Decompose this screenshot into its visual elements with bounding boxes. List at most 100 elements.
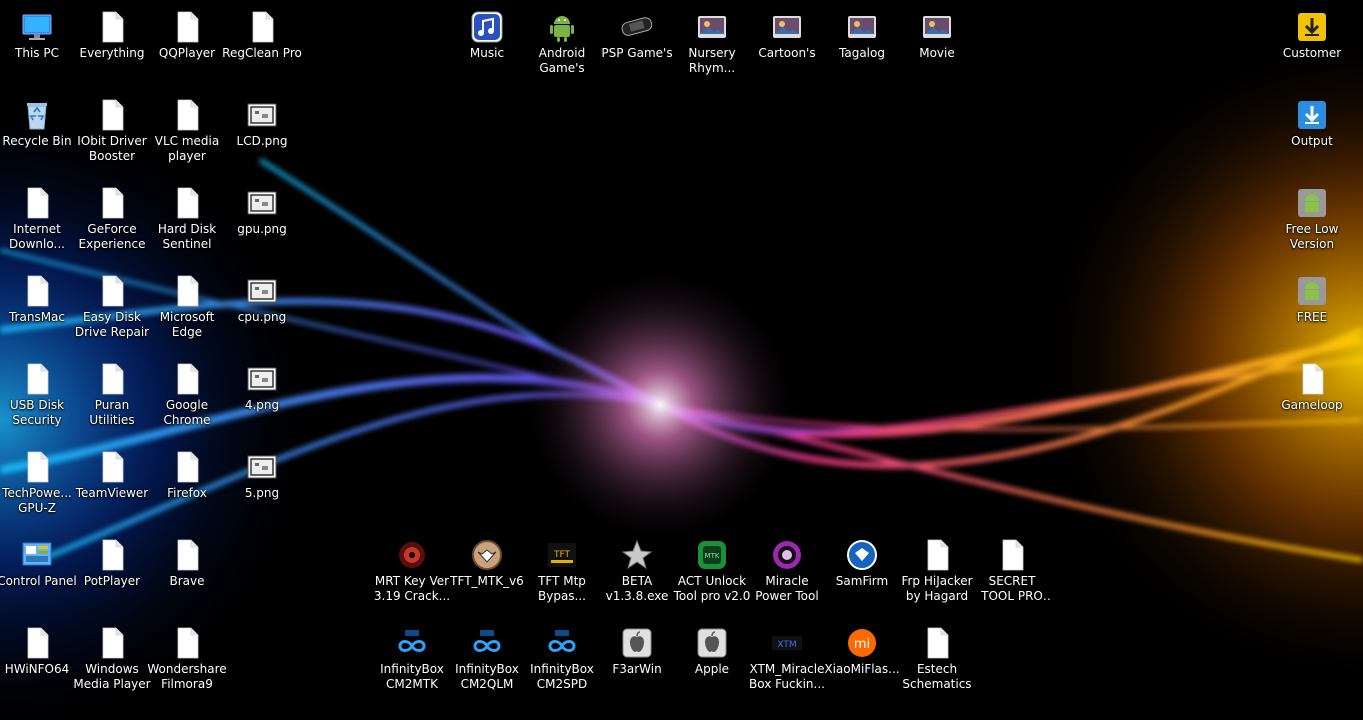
desktop-icon[interactable]: Nursery Rhym... (675, 6, 749, 90)
desktop-icon[interactable]: USB Disk Security (0, 358, 74, 442)
desktop-icon-label: SamFirm (835, 574, 889, 588)
desktop-icon[interactable]: RegClean Pro (222, 6, 302, 90)
desktop-icon[interactable]: TechPowe... GPU-Z (0, 446, 74, 530)
desktop-icon[interactable]: Google Chrome (150, 358, 224, 442)
image-file-icon (245, 274, 279, 308)
file-icon (20, 626, 54, 660)
desktop-icon[interactable]: Windows Media Player (73, 622, 151, 706)
desktop-icon[interactable]: PSP Game's (600, 6, 674, 90)
desktop-icon[interactable]: TeamViewer (75, 446, 149, 530)
desktop-icon[interactable]: Microsoft Edge (150, 270, 224, 354)
desktop-icon[interactable]: Apple (675, 622, 749, 706)
desktop-icon[interactable]: Easy Disk Drive Repair (75, 270, 149, 354)
desktop-icon[interactable]: MTK ACT Unlock Tool pro v2.0 (674, 534, 750, 618)
desktop-icon-label: XTM_Miracle Box Fuckin... (749, 662, 825, 691)
desktop-icon[interactable]: TFT TFT Mtp Bypas... (525, 534, 599, 618)
desktop-icon[interactable]: InfinityBox CM2SPD (525, 622, 599, 706)
desktop-icon[interactable]: TransMac (0, 270, 74, 354)
desktop-icon[interactable]: SamFirm (825, 534, 899, 618)
desktop-icon[interactable]: Gameloop (1275, 358, 1349, 442)
desktop-icon[interactable]: Free Low Version (1275, 182, 1349, 266)
desktop-icon[interactable]: F3arWin (600, 622, 674, 706)
desktop-icon-label: InfinityBox CM2MTK (380, 662, 444, 691)
desktop-icon-label: PSP Game's (601, 46, 673, 60)
desktop-icon[interactable]: Puran Utilities (75, 358, 149, 442)
desktop-icon-label: gpu.png (237, 222, 287, 236)
desktop-icon-label: Brave (169, 574, 205, 588)
image-file-icon (245, 186, 279, 220)
svg-text:TFT: TFT (553, 550, 571, 560)
desktop-icon[interactable]: cpu.png (225, 270, 299, 354)
desktop-icon-label: Android Game's (538, 46, 586, 75)
desktop-icon[interactable]: Movie (900, 6, 974, 90)
desktop-icon[interactable]: 5.png (225, 446, 299, 530)
desktop-icon[interactable]: Music (450, 6, 524, 90)
desktop-icon-label: TFT_MTK_v6 (450, 574, 524, 588)
app-icon: TFT (545, 538, 579, 572)
xiaomi-icon: mi (845, 626, 879, 660)
desktop-icon[interactable]: 4.png (225, 358, 299, 442)
android-icon (545, 10, 579, 44)
desktop-icon-label: Output (1291, 134, 1333, 148)
desktop-icon[interactable]: Hard Disk Sentinel (150, 182, 224, 266)
desktop-icon-label: GeForce Experience (78, 222, 146, 251)
desktop-icon[interactable]: GeForce Experience (75, 182, 149, 266)
desktop-icon[interactable]: QQPlayer (150, 6, 224, 90)
desktop-icon[interactable]: TFT_MTK_v6 (450, 534, 524, 618)
desktop-icon[interactable]: Frp HiJacker by Hagard (900, 534, 974, 618)
desktop-icon[interactable]: This PC (0, 6, 74, 90)
desktop-icon[interactable]: Miracle Power Tool (750, 534, 824, 618)
desktop-icon-label: Recycle Bin (2, 134, 72, 148)
desktop-icon[interactable]: LCD.png (225, 94, 299, 178)
desktop-icon[interactable]: Output (1275, 94, 1349, 178)
apple-icon (695, 626, 729, 660)
desktop-icon[interactable]: PotPlayer (75, 534, 149, 618)
desktop-icon-label: VLC media player (154, 134, 220, 163)
desktop-icon-label: XiaoMiFlas... (824, 662, 900, 676)
file-icon (170, 362, 204, 396)
file-icon (95, 362, 129, 396)
image-file-icon (245, 98, 279, 132)
file-icon (995, 538, 1029, 572)
desktop-icon[interactable]: Everything (75, 6, 149, 90)
desktop-icon[interactable]: Cartoon's (750, 6, 824, 90)
desktop-icon-label: Apple (694, 662, 730, 676)
desktop-icon-label: Cartoon's (758, 46, 816, 60)
desktop-icon-label: MRT Key Ver 3.19 Crack... (373, 574, 451, 603)
desktop-icon[interactable]: Control Panel (0, 534, 77, 618)
desktop-icon-label: PotPlayer (83, 574, 141, 588)
desktop-icon[interactable]: Android Game's (525, 6, 599, 90)
desktop-icon[interactable]: MRT Key Ver 3.19 Crack... (373, 534, 451, 618)
desktop-icon[interactable]: Tagalog (825, 6, 899, 90)
desktop-icon-label: SECRET TOOL PRO V1.4 B... (981, 574, 1043, 603)
desktop-icon[interactable]: XTM XTM_Miracle Box Fuckin... (749, 622, 825, 706)
desktop-icon[interactable]: mi XiaoMiFlas... (824, 622, 900, 706)
desktop-icon[interactable]: Estech Schematics (900, 622, 974, 706)
desktop-icon-label: Google Chrome (163, 398, 211, 427)
desktop-icon[interactable]: InfinityBox CM2MTK (375, 622, 449, 706)
image-file-icon (245, 450, 279, 484)
desktop-icon[interactable]: VLC media player (150, 94, 224, 178)
desktop-icon[interactable]: Firefox (150, 446, 224, 530)
file-icon (170, 10, 204, 44)
desktop-icon-label: 5.png (244, 486, 280, 500)
desktop-icon[interactable]: FREE (1275, 270, 1349, 354)
desktop-icon[interactable]: Recycle Bin (0, 94, 74, 178)
file-icon (20, 274, 54, 308)
desktop-icon[interactable]: IObit Driver Booster (75, 94, 149, 178)
desktop-icon[interactable]: gpu.png (225, 182, 299, 266)
desktop-icon[interactable]: BETA v1.3.8.exe (600, 534, 674, 618)
app-icon: MTK (695, 538, 729, 572)
svg-text:MTK: MTK (705, 552, 720, 560)
desktop-icon[interactable]: Internet Downlo... (0, 182, 74, 266)
desktop-icon[interactable]: Brave (150, 534, 224, 618)
desktop-icon-label: Hard Disk Sentinel (157, 222, 217, 251)
infinity-icon (545, 626, 579, 660)
android-icon (1295, 186, 1329, 220)
desktop-icon[interactable]: SECRET TOOL PRO V1.4 B... (975, 534, 1049, 618)
desktop-icon[interactable]: Wondershare Filmora9 (147, 622, 227, 706)
desktop-icon[interactable]: HWiNFO64 (0, 622, 74, 706)
desktop-icon[interactable]: InfinityBox CM2QLM (450, 622, 524, 706)
file-icon (245, 10, 279, 44)
desktop-icon[interactable]: Customer (1275, 6, 1349, 90)
